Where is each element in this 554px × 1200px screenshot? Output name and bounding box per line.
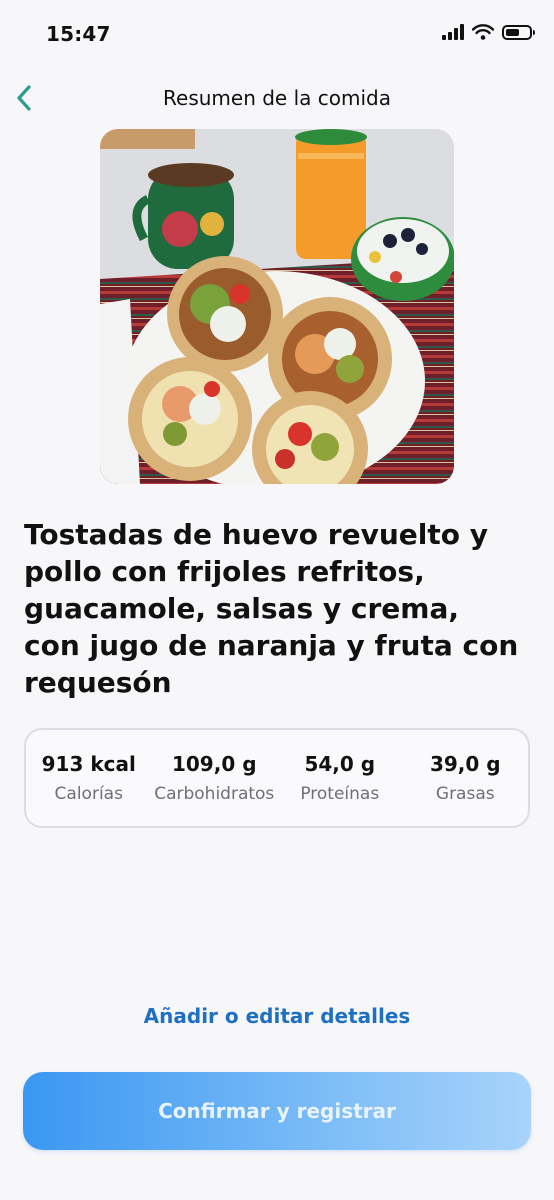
nutrient-carbs: 109,0 g Carbohidratos: [152, 752, 278, 804]
status-icons: [442, 24, 535, 40]
nutrient-calories: 913 kcal Calorías: [26, 752, 152, 804]
nutrient-fat: 39,0 g Grasas: [403, 752, 529, 804]
meal-photo: [100, 129, 454, 484]
nutrient-value: 913 kcal: [41, 752, 136, 776]
nutrition-summary-card: 913 kcal Calorías 109,0 g Carbohidratos …: [24, 728, 530, 828]
nutrient-value: 39,0 g: [429, 752, 501, 776]
wifi-icon: [472, 24, 494, 40]
nutrient-value: 109,0 g: [171, 752, 257, 776]
nutrient-label: Proteínas: [300, 784, 380, 804]
nutrient-label: Carbohidratos: [154, 784, 275, 804]
status-time: 15:47: [46, 22, 111, 46]
nav-bar: Resumen de la comida: [0, 76, 554, 122]
edit-details-link[interactable]: Añadir o editar detalles: [0, 1004, 554, 1028]
meal-title: Tostadas de huevo revuelto y pollo con f…: [24, 518, 519, 699]
nutrient-protein: 54,0 g Proteínas: [277, 752, 403, 804]
nutrient-value: 54,0 g: [304, 752, 376, 776]
status-bar: 15:47: [0, 0, 554, 70]
page-title: Resumen de la comida: [163, 86, 391, 110]
nutrient-label: Calorías: [54, 784, 123, 804]
battery-icon: [502, 24, 535, 40]
signal-icon: [442, 24, 464, 40]
nutrient-label: Grasas: [435, 784, 495, 804]
confirm-log-button[interactable]: Confirmar y registrar: [23, 1072, 531, 1150]
